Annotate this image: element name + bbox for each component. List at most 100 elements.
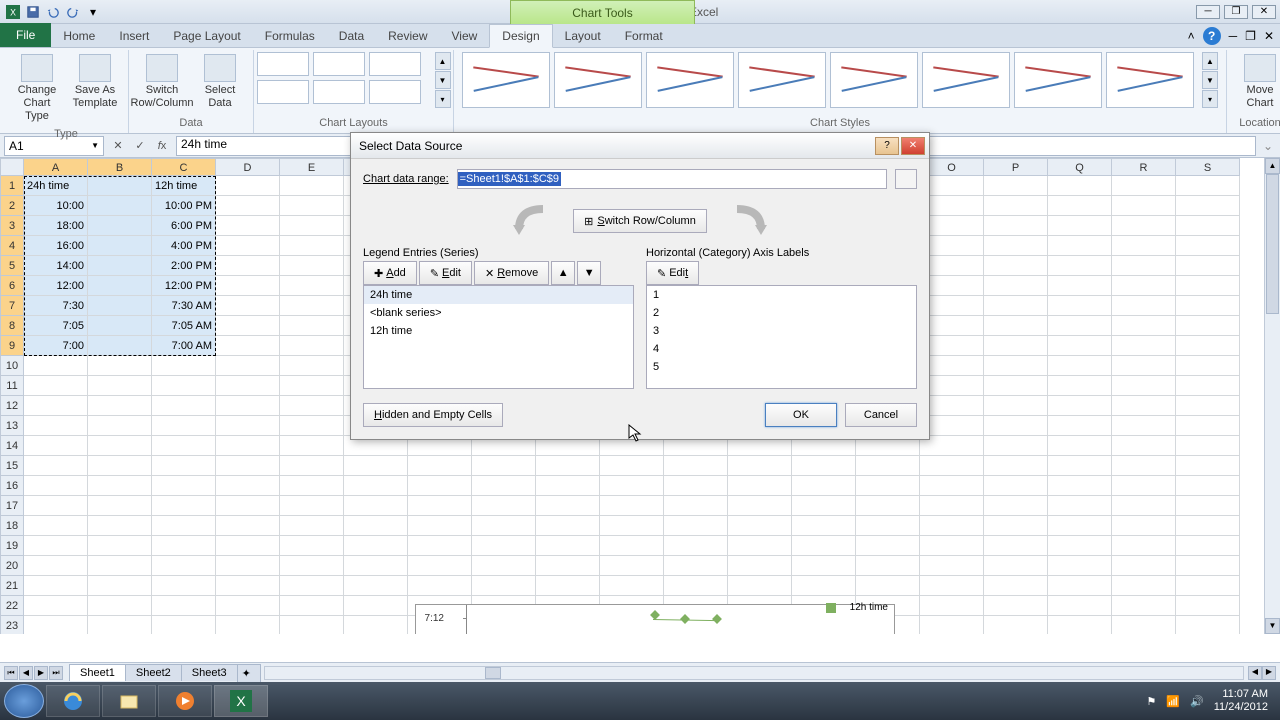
cell[interactable]	[920, 616, 984, 634]
row-header[interactable]: 18	[0, 516, 24, 536]
cell[interactable]	[1112, 416, 1176, 436]
cell[interactable]	[1048, 356, 1112, 376]
cell[interactable]	[600, 556, 664, 576]
cell[interactable]	[536, 476, 600, 496]
new-sheet-button[interactable]: ✦	[237, 664, 261, 682]
layout-thumb[interactable]	[257, 52, 309, 76]
tab-layout[interactable]: Layout	[553, 25, 613, 47]
cell[interactable]	[728, 576, 792, 596]
cell[interactable]	[152, 356, 216, 376]
cell[interactable]: 12:00	[24, 276, 88, 296]
sheet-tab[interactable]: Sheet2	[125, 664, 182, 681]
ok-button[interactable]: OK	[765, 403, 837, 427]
sheet-nav-buttons[interactable]: ⏮◀▶⏭	[4, 666, 63, 680]
row-header[interactable]: 16	[0, 476, 24, 496]
column-header[interactable]: C	[152, 158, 216, 176]
cell[interactable]: 14:00	[24, 256, 88, 276]
cell[interactable]	[1112, 196, 1176, 216]
style-thumb[interactable]	[554, 52, 642, 108]
cell[interactable]	[24, 476, 88, 496]
cell[interactable]	[920, 476, 984, 496]
tab-home[interactable]: Home	[51, 25, 107, 47]
style-thumb[interactable]	[1014, 52, 1102, 108]
row-header[interactable]: 3	[0, 216, 24, 236]
cell[interactable]	[1176, 536, 1240, 556]
cell[interactable]: 10:00	[24, 196, 88, 216]
cell[interactable]	[1048, 476, 1112, 496]
tray-network-icon[interactable]: 📶	[1166, 695, 1180, 708]
cell[interactable]	[216, 616, 280, 634]
cell[interactable]	[152, 436, 216, 456]
cell[interactable]	[984, 536, 1048, 556]
cell[interactable]	[216, 176, 280, 196]
list-item[interactable]: 2	[647, 304, 916, 322]
cell[interactable]: 4:00 PM	[152, 236, 216, 256]
cell[interactable]	[728, 556, 792, 576]
start-button[interactable]	[4, 684, 44, 718]
cell[interactable]	[280, 296, 344, 316]
column-header[interactable]: E	[280, 158, 344, 176]
cell[interactable]	[408, 556, 472, 576]
column-header[interactable]: A	[24, 158, 88, 176]
cell[interactable]	[1112, 556, 1176, 576]
doc-minimize-icon[interactable]: ─	[1229, 29, 1238, 43]
column-header[interactable]: R	[1112, 158, 1176, 176]
row-header[interactable]: 13	[0, 416, 24, 436]
cell[interactable]	[1048, 516, 1112, 536]
cell[interactable]	[792, 456, 856, 476]
column-header[interactable]: D	[216, 158, 280, 176]
fx-icon[interactable]: fx	[152, 136, 172, 156]
cell[interactable]	[856, 496, 920, 516]
style-thumb[interactable]	[738, 52, 826, 108]
minimize-ribbon-icon[interactable]: ˄	[1188, 29, 1195, 43]
cell[interactable]	[152, 616, 216, 634]
cell[interactable]	[472, 516, 536, 536]
cell[interactable]	[920, 516, 984, 536]
move-down-button[interactable]: ▼	[577, 261, 601, 285]
cell[interactable]	[728, 536, 792, 556]
expand-formula-icon[interactable]: ⌄	[1260, 139, 1276, 153]
cell[interactable]	[152, 416, 216, 436]
cell[interactable]	[88, 496, 152, 516]
cell[interactable]	[216, 356, 280, 376]
cell[interactable]	[920, 556, 984, 576]
cell[interactable]	[280, 476, 344, 496]
cell[interactable]	[856, 536, 920, 556]
cell[interactable]	[984, 456, 1048, 476]
list-item[interactable]: 4	[647, 340, 916, 358]
switch-row-column-button[interactable]: ⊞Switch Row/ColumnSwitch Row/Column	[573, 209, 707, 233]
cell[interactable]	[1048, 556, 1112, 576]
cell[interactable]	[216, 296, 280, 316]
cell[interactable]	[792, 496, 856, 516]
cell[interactable]	[600, 476, 664, 496]
layout-thumb[interactable]	[313, 80, 365, 104]
plot-area[interactable]	[466, 605, 794, 634]
excel-icon[interactable]: X	[4, 3, 22, 21]
cell[interactable]	[88, 256, 152, 276]
cell[interactable]	[216, 456, 280, 476]
scroll-up-icon[interactable]: ▲	[1265, 158, 1280, 174]
cell[interactable]: 18:00	[24, 216, 88, 236]
cell[interactable]	[24, 436, 88, 456]
switch-row-column-button[interactable]: Switch Row/Column	[137, 52, 187, 112]
cell[interactable]	[664, 576, 728, 596]
cell[interactable]	[24, 456, 88, 476]
cell[interactable]	[152, 456, 216, 476]
cell[interactable]	[280, 236, 344, 256]
cell[interactable]	[344, 496, 408, 516]
cell[interactable]	[1176, 176, 1240, 196]
row-header[interactable]: 20	[0, 556, 24, 576]
cell[interactable]	[280, 536, 344, 556]
cell[interactable]	[920, 576, 984, 596]
cell[interactable]: 12:00 PM	[152, 276, 216, 296]
style-nav[interactable]: ▲▼▾	[1202, 52, 1218, 108]
cell[interactable]	[1048, 436, 1112, 456]
cell[interactable]	[1176, 336, 1240, 356]
cell[interactable]	[1176, 496, 1240, 516]
cell[interactable]	[152, 476, 216, 496]
cell[interactable]	[728, 516, 792, 536]
row-header[interactable]: 22	[0, 596, 24, 616]
vertical-scrollbar[interactable]: ▲ ▼	[1264, 158, 1280, 634]
layout-thumb[interactable]	[257, 80, 309, 104]
cell[interactable]	[1176, 296, 1240, 316]
